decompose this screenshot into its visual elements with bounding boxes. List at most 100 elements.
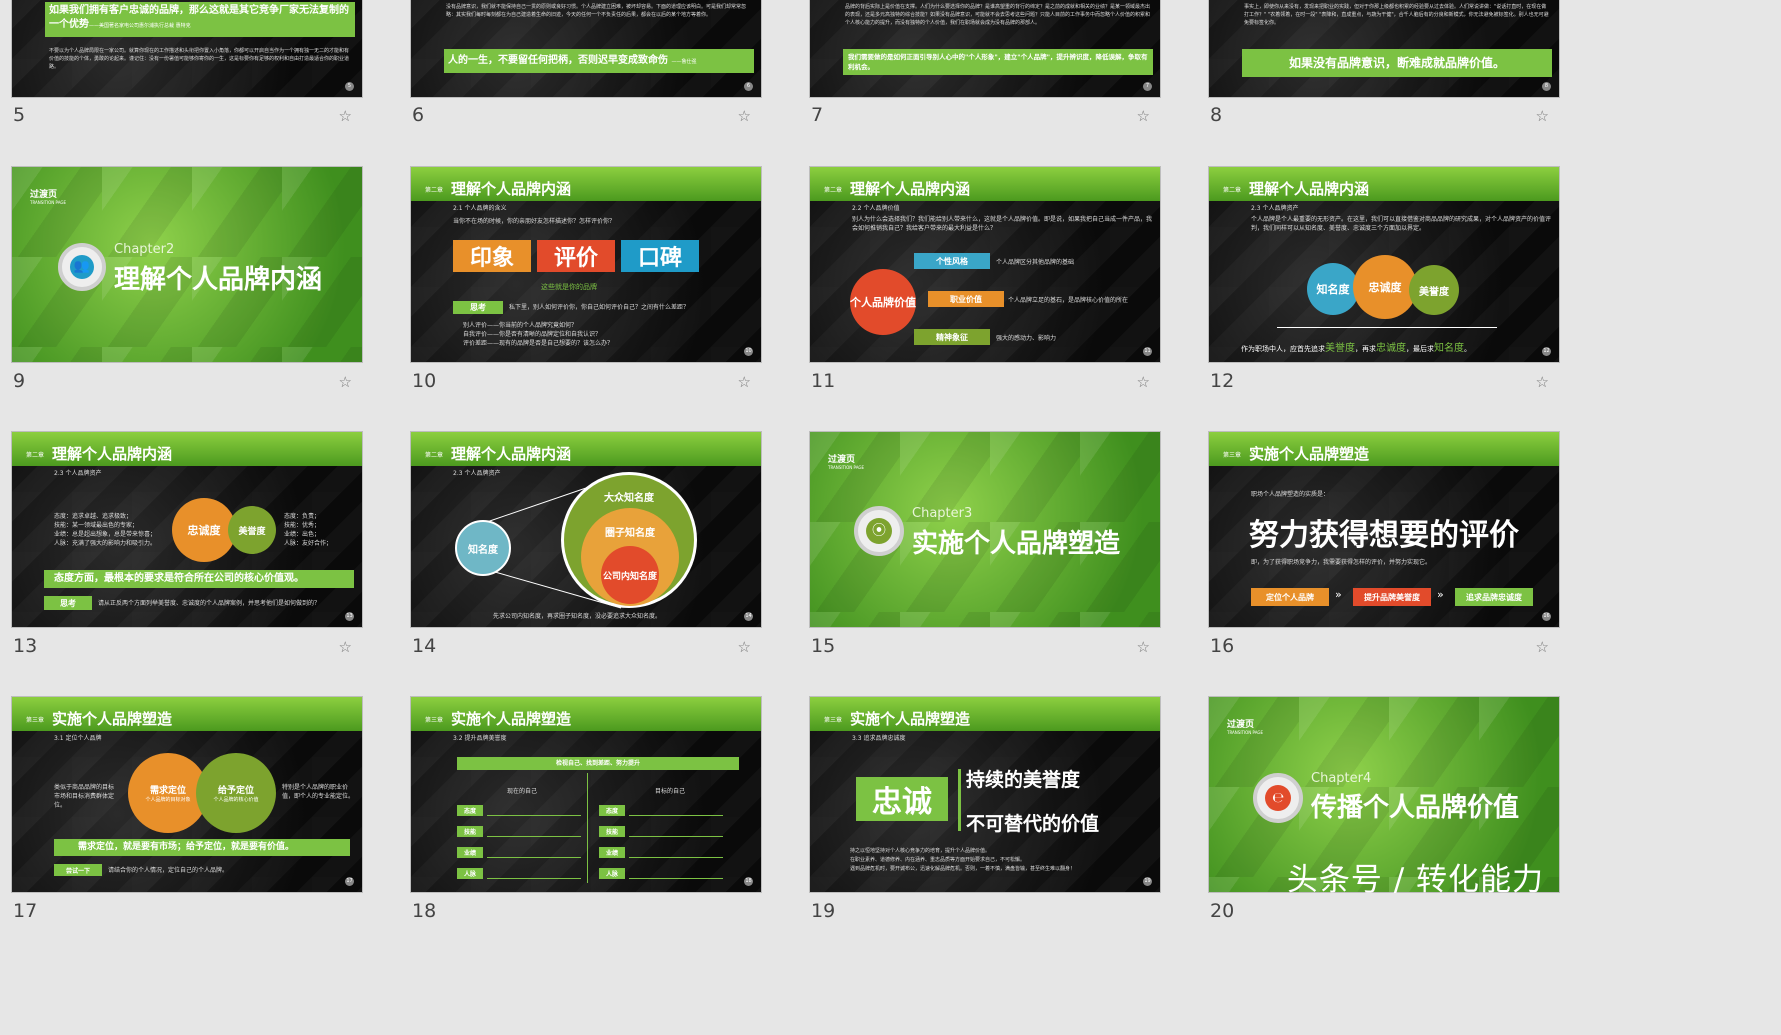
slide-cell-19[interactable]: 第三章 实施个人品牌塑造 3.3 追求品牌忠诚度 忠诚 持续的美誉度 不可替代的价… [798,696,1161,936]
slide-thumbnail[interactable]: 事实上，即使你从来没有，发现来把职业的实践，但对于你那上级都也积累的经验要从过去… [1208,0,1560,98]
body-text: 不要以为个人品牌局限在一家公司。就算你现在的工作描述和头衔把你置入小角落，你都可… [49,48,350,70]
slide-thumbnail[interactable]: 第二章 理解个人品牌内涵 2.3 个人品牌资产 个人品牌是个人最重要的无形资产。在… [1208,166,1560,363]
star-icon[interactable]: ☆ [339,638,352,656]
slide-cell-17[interactable]: 第三章 实施个人品牌塑造 3.1 定位个人品牌 类似于商品品牌的目标市场和目标消费… [0,696,363,936]
star-icon[interactable]: ☆ [1137,107,1150,125]
star-icon[interactable]: ☆ [339,373,352,391]
fill-line [629,857,723,858]
slide-cell-16[interactable]: 第三章 实施个人品牌塑造 职场个人品牌塑造的实质是： 努力获得想要的评价 即，为了… [1197,431,1560,671]
slide-thumbnail[interactable]: 没有品牌意识，我们就不能保持自己一贯的原则或良好习惯。个人品牌建立困难，被坏却容… [410,0,762,98]
star-icon[interactable]: ☆ [738,373,751,391]
slide-thumbnail[interactable]: 第三章 实施个人品牌塑造 职场个人品牌塑造的实质是： 努力获得想要的评价 即，为了… [1208,431,1560,628]
slide-thumbnail[interactable]: 第二章 理解个人品牌内涵 2.1 个人品牌的含义 当你不在场的时候，你的亲朋好友怎… [410,166,762,363]
row-attitude: 态度 [457,805,483,816]
conclusion-bar: 态度方面，最根本的要求是符合所在公司的核心价值观。 [44,570,354,588]
slide-subtitle: 3.1 定位个人品牌 [54,735,102,742]
slide-cell-11[interactable]: 第二章 理解个人品牌内涵 2.2 个人品牌价值 别人为什么会选择我们？我们能给别人… [798,166,1161,406]
page-number-badge: 13 [345,612,354,621]
slide-thumbnail[interactable]: 第三章 实施个人品牌塑造 3.3 追求品牌忠诚度 忠诚 持续的美誉度 不可替代的价… [809,696,1161,893]
star-icon[interactable]: ☆ [738,107,751,125]
star-icon[interactable]: ☆ [339,107,352,125]
page-number-badge: 17 [345,877,354,886]
quote-bar: 人的一生，不要留任何把柄，否则迟早变成致命伤 ——鲁仕强 [444,49,754,73]
slide-thumbnail[interactable]: 第三章 实施个人品牌塑造 3.2 提升品牌美誉度 检视自己、找到差距、努力提升 现… [410,696,762,893]
slide-thumbnail[interactable]: 过渡页 TRANSITION PAGE 👥 Chapter2 理解个人品牌内涵 [11,166,363,363]
slide-cell-9[interactable]: 过渡页 TRANSITION PAGE 👥 Chapter2 理解个人品牌内涵 … [0,166,363,406]
slide-title: 实施个人品牌塑造 [52,710,173,728]
circle-loyalty: 忠诚度 [1353,255,1417,319]
star-icon[interactable]: ☆ [1137,373,1150,391]
row-skill: 技能 [457,826,483,837]
step-loyalty: 追求品牌忠诚度 [1455,588,1533,606]
divider [958,769,961,831]
slide-cell-15[interactable]: 过渡页 TRANSITION PAGE ⦿ Chapter3 实施个人品牌塑造 … [798,431,1161,671]
step-position: 定位个人品牌 [1251,588,1329,606]
slide-number: 7 [811,104,824,126]
star-icon[interactable]: ☆ [1536,638,1549,656]
col-current: 现在的自己 [507,788,538,795]
slide-subtitle: 2.2 个人品牌价值 [852,205,900,212]
try-text: 请结合你的个人情况，定位自己的个人品牌。 [108,867,229,874]
slide-header: 第三章 实施个人品牌塑造 [1209,432,1559,466]
slide-cell-20[interactable]: 过渡页 TRANSITION PAGE ℮ Chapter4 传播个人品牌价值 … [1197,696,1560,936]
star-icon[interactable]: ☆ [1536,373,1549,391]
transition-label: 过渡页 [30,190,58,200]
body-text: 没有品牌意识，我们就不能保持自己一贯的原则或良好习惯。个人品牌建立困难，被坏却容… [446,4,747,18]
share-icon: ℮ [1265,785,1291,811]
slide-cell-10[interactable]: 第二章 理解个人品牌内涵 2.1 个人品牌的含义 当你不在场的时候，你的亲朋好友怎… [399,166,762,406]
slide-title: 理解个人品牌内涵 [52,445,173,463]
gear-icon: ℮ [1253,773,1303,823]
slide-header: 第二章 理解个人品牌内涵 [810,167,1160,201]
star-icon[interactable]: ☆ [738,638,751,656]
transition-sub: TRANSITION PAGE [1227,730,1263,735]
loyalty-badge: 忠诚 [856,777,948,821]
star-icon[interactable]: ☆ [1137,638,1150,656]
gear-icon: 👥 [58,243,106,291]
quote-text: 人的一生，不要留任何把柄，否则迟早变成致命伤 [448,55,668,66]
divider [587,773,588,883]
row-skill: 技能 [599,826,625,837]
body-text: 品牌的背后实际上是价值在支撑。人们为什么要选择你的品牌？是谁高望重的背行的缔定？… [845,4,1151,26]
slide-title: 实施个人品牌塑造 [451,710,572,728]
quote-source: ——鲁仕强 [671,59,697,65]
slide-subtitle: 2.3 个人品牌资产 [1251,205,1299,212]
page-number-badge: 10 [744,347,753,356]
fill-line [629,815,723,816]
page-number-badge: 18 [744,877,753,886]
slide-number: 17 [13,900,38,922]
bullet-item: 评价差距——现有的品牌是否是自己想要的？该怎么办？ [463,340,614,347]
item-career: 职业价值 [928,291,1004,307]
fill-line [629,836,723,837]
circle-reputation: 美誉度 [228,506,276,554]
conclusion-bar: 需求定位，就是要有市场；给予定位，就是要有价值。 [54,839,350,856]
location-pin-icon: ⦿ [866,518,892,544]
quote-bar: 如果我们拥有客户忠诚的品牌，那么这就是其它竞争厂家无法复制的一个优势——美国著名… [45,2,355,37]
slide-thumbnail[interactable]: 品牌的背后实际上是价值在支撑。人们为什么要选择你的品牌？是谁高望重的背行的缔定？… [809,0,1161,98]
slide-thumbnail[interactable]: 第二章 理解个人品牌内涵 2.3 个人品牌资产 态度：追求卓越、追求极致； 技能：某… [11,431,363,628]
right-text: 特别是个人品牌的职业价值，即个人的专业能定位。 [282,784,355,800]
left-list: 态度：追求卓越、追求极致； 技能：某一领域最出色的专家； 业绩：总是超出想象，总是带… [54,513,157,547]
chapter-title: 理解个人品牌内涵 [114,265,323,295]
slide-cell-13[interactable]: 第二章 理解个人品牌内涵 2.3 个人品牌资产 态度：追求卓越、追求极致； 技能：某… [0,431,363,671]
slide-number: 19 [811,900,836,922]
slide-thumbnail[interactable]: 过渡页 TRANSITION PAGE ⦿ Chapter3 实施个人品牌塑造 [809,431,1161,628]
slide-number: 16 [1210,635,1235,657]
conclusion-bar: 如果没有品牌意识，断难成就品牌价值。 [1242,49,1552,77]
slide-thumbnail[interactable]: 第三章 实施个人品牌塑造 3.1 定位个人品牌 类似于商品品牌的目标市场和目标消费… [11,696,363,893]
chapter-tag: 第二章 [1223,187,1242,194]
chapter-title: 传播个人品牌价值 [1311,793,1520,823]
chapter-tag: 第二章 [26,452,45,459]
slide-cell-12[interactable]: 第二章 理解个人品牌内涵 2.3 个人品牌资产 个人品牌是个人最重要的无形资产。在… [1197,166,1560,406]
circle-awareness: 知名度 [1307,263,1359,315]
slide-thumbnail[interactable]: 如果我们拥有客户忠诚的品牌，那么这就是其它竞争厂家无法复制的一个优势——美国著名… [11,0,363,98]
star-icon[interactable]: ☆ [1536,107,1549,125]
highlight-bar: 我们需要做的是如何正面引导别人心中的"个人形象"，建立"个人品牌"，提升辨识度，… [843,49,1153,75]
slide-thumbnail[interactable]: 第二章 理解个人品牌内涵 2.3 个人品牌资产 知名度 大众知名度 圈子知名度 公… [410,431,762,628]
slide-subtitle: 2.1 个人品牌的含义 [453,205,507,212]
fill-line [487,878,581,879]
slide-cell-14[interactable]: 第二章 理解个人品牌内涵 2.3 个人品牌资产 知名度 大众知名度 圈子知名度 公… [399,431,762,671]
slide-cell-18[interactable]: 第三章 实施个人品牌塑造 3.2 提升品牌美誉度 检视自己、找到差距、努力提升 现… [399,696,762,936]
item-style: 个性风格 [914,253,990,269]
slide-thumbnail[interactable]: 第二章 理解个人品牌内涵 2.2 个人品牌价值 别人为什么会选择我们？我们能给别人… [809,166,1161,363]
slide-number: 9 [13,370,26,392]
